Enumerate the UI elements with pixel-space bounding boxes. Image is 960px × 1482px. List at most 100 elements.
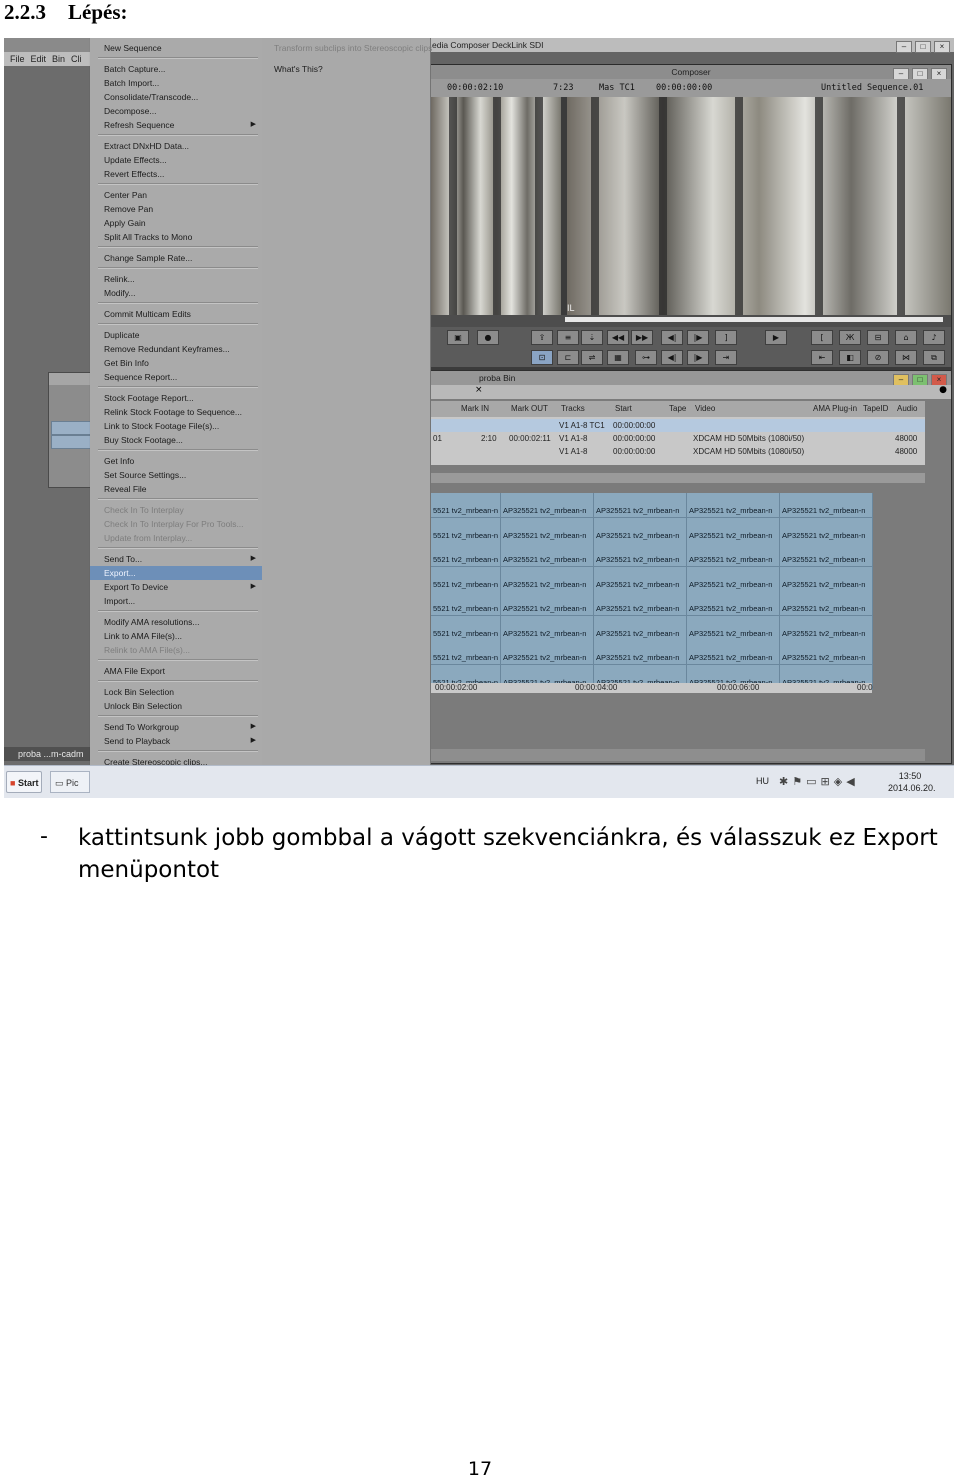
- menu-bin[interactable]: Bin: [52, 52, 65, 66]
- go-to-out-icon[interactable]: ⇥: [715, 350, 737, 365]
- menu-item-modify-ama-resolutions[interactable]: Modify AMA resolutions...: [90, 615, 262, 629]
- menu-item-ama-file-export[interactable]: AMA File Export: [90, 664, 262, 678]
- menu-file[interactable]: File: [10, 52, 25, 66]
- source-timecode[interactable]: 00:00:02:10: [447, 79, 503, 97]
- menu-item-consolidate-transcode[interactable]: Consolidate/Transcode...: [90, 90, 262, 104]
- clip-frame[interactable]: AP325521 tv2_mrbean-n: [501, 591, 594, 616]
- tray-gear-icon[interactable]: ✱: [779, 775, 792, 788]
- bin-fast-menu-icon[interactable]: ●: [939, 385, 947, 395]
- menu-item-commit-multicam-edits[interactable]: Commit Multicam Edits: [90, 307, 262, 321]
- clip-frame[interactable]: AP325521 tv2_mrbean-n: [687, 640, 780, 665]
- menu-item-link-to-stock-footage-file-s[interactable]: Link to Stock Footage File(s)...: [90, 419, 262, 433]
- clip-frame[interactable]: AP325521 tv2_mrbean-n: [501, 640, 594, 665]
- clip-frame[interactable]: AP325521 tv2_mrbean-n: [780, 542, 873, 567]
- clip-frame[interactable]: AP325521 tv2_mrbean-n: [780, 615, 873, 641]
- col-mark-in[interactable]: Mark IN: [461, 401, 489, 417]
- menu-item-remove-redundant-keyframes[interactable]: Remove Redundant Keyframes...: [90, 342, 262, 356]
- source-monitor[interactable]: [431, 97, 561, 315]
- menu-item-batch-capture[interactable]: Batch Capture...: [90, 62, 262, 76]
- clip-frame[interactable]: AP325521 tv2_mrbean-n: [594, 493, 687, 518]
- clip-frame[interactable]: 5521 tv2_mrbean-n: [431, 591, 501, 616]
- col-start[interactable]: Start: [615, 401, 632, 417]
- record-monitor[interactable]: IL: [567, 97, 951, 315]
- col-tape[interactable]: Tape: [669, 401, 686, 417]
- menu-item-unlock-bin-selection[interactable]: Unlock Bin Selection: [90, 699, 262, 713]
- menu-item-import[interactable]: Import...: [90, 594, 262, 608]
- col-tracks[interactable]: Tracks: [561, 401, 585, 417]
- mark-clip-icon[interactable]: ▣: [447, 330, 469, 345]
- next-edit-icon[interactable]: |▶: [687, 350, 709, 365]
- clear-marks-icon[interactable]: Ж: [839, 330, 861, 345]
- play-icon[interactable]: ▶: [765, 330, 787, 345]
- menu-item-get-bin-info[interactable]: Get Bin Info: [90, 356, 262, 370]
- audio-icon[interactable]: ♪: [923, 330, 945, 345]
- menu-item-sequence-report[interactable]: Sequence Report...: [90, 370, 262, 384]
- position-bar[interactable]: [431, 315, 951, 327]
- menu-item-new-sequence[interactable]: New Sequence: [90, 41, 262, 55]
- sequence-name[interactable]: Untitled Sequence.01: [821, 79, 923, 97]
- tray-security-icon[interactable]: ◈: [834, 775, 846, 788]
- col-mark-out[interactable]: Mark OUT: [511, 401, 548, 417]
- mark-in-icon[interactable]: [: [811, 330, 833, 345]
- jog-icon[interactable]: ⊶: [635, 350, 657, 365]
- clip-frame[interactable]: AP325521 tv2_mrbean-n: [501, 517, 594, 543]
- tray-volume-icon[interactable]: ◀: [846, 775, 858, 788]
- copy-icon[interactable]: ⧉: [923, 350, 945, 365]
- start-button[interactable]: ■ Start: [6, 771, 42, 793]
- clip-frame[interactable]: AP325521 tv2_mrbean-n: [501, 615, 594, 641]
- clip-frame[interactable]: AP325521 tv2_mrbean-n: [501, 493, 594, 518]
- clip-frame[interactable]: AP325521 tv2_mrbean-n: [594, 640, 687, 665]
- clip-frame[interactable]: AP325521 tv2_mrbean-n: [687, 615, 780, 641]
- match-frame-icon[interactable]: ⊏: [557, 350, 579, 365]
- menu-item-revert-effects[interactable]: Revert Effects...: [90, 167, 262, 181]
- tc-mode[interactable]: Mas TC1: [599, 79, 635, 97]
- col-tapeid[interactable]: TapeID: [863, 401, 888, 417]
- menu-item-refresh-sequence[interactable]: Refresh Sequence ▶: [90, 118, 262, 132]
- menu-edit[interactable]: Edit: [31, 52, 47, 66]
- bin-bottom-scrollbar[interactable]: [431, 749, 925, 761]
- record-timecode[interactable]: 00:00:00:00: [656, 79, 712, 97]
- clip-frame[interactable]: AP325521 tv2_mrbean-n: [594, 591, 687, 616]
- bin-tab-close-icon[interactable]: ×: [475, 385, 483, 395]
- clip-frame[interactable]: AP325521 tv2_mrbean-n: [780, 591, 873, 616]
- clip-frame[interactable]: 5521 tv2_mrbean-n: [431, 493, 501, 518]
- trim-icon[interactable]: ⊟: [867, 330, 889, 345]
- clip-frame[interactable]: AP325521 tv2_mrbean-n: [687, 566, 780, 592]
- menu-item-relink[interactable]: Relink...: [90, 272, 262, 286]
- clip-frame[interactable]: AP325521 tv2_mrbean-n: [501, 542, 594, 567]
- rewind-icon[interactable]: ◀◀: [607, 330, 629, 345]
- language-indicator[interactable]: HU: [756, 776, 769, 786]
- segment-icon[interactable]: ⌂: [895, 330, 917, 345]
- menu-item-relink-stock-footage-to-sequence[interactable]: Relink Stock Footage to Sequence...: [90, 405, 262, 419]
- menu-item-remove-pan[interactable]: Remove Pan: [90, 202, 262, 216]
- menu-item-lock-bin-selection[interactable]: Lock Bin Selection: [90, 685, 262, 699]
- menu-item-get-info[interactable]: Get Info: [90, 454, 262, 468]
- menu-item-set-source-settings[interactable]: Set Source Settings...: [90, 468, 262, 482]
- source-record-toggle-icon[interactable]: ⊡: [531, 350, 553, 365]
- record-icon[interactable]: ●: [477, 330, 499, 345]
- menu-item-change-sample-rate[interactable]: Change Sample Rate...: [90, 251, 262, 265]
- clip-frame[interactable]: AP325521 tv2_mrbean-n: [780, 566, 873, 592]
- tray-network-icon[interactable]: ⊞: [821, 775, 834, 788]
- clip-frame[interactable]: 5521 tv2_mrbean-n: [431, 566, 501, 592]
- taskbar-app[interactable]: ▭ Pic: [50, 771, 90, 793]
- clip-frame[interactable]: AP325521 tv2_mrbean-n: [687, 591, 780, 616]
- menu-item-send-to[interactable]: Send To... ▶: [90, 552, 262, 566]
- menu-item-center-pan[interactable]: Center Pan: [90, 188, 262, 202]
- menu-item-modify[interactable]: Modify...: [90, 286, 262, 300]
- menu-item-send-to-workgroup[interactable]: Send To Workgroup ▶: [90, 720, 262, 734]
- minimize-icon[interactable]: –: [896, 41, 912, 53]
- clip-frame[interactable]: 5521 tv2_mrbean-n: [431, 542, 501, 567]
- step-forward-icon[interactable]: |▶: [687, 330, 709, 345]
- mark-out-icon[interactable]: ]: [715, 330, 737, 345]
- tray-usb-icon[interactable]: ▭: [806, 775, 820, 788]
- menu-item-link-to-ama-file-s[interactable]: Link to AMA File(s)...: [90, 629, 262, 643]
- effect-icon[interactable]: ◧: [839, 350, 861, 365]
- menu-item-stock-footage-report[interactable]: Stock Footage Report...: [90, 391, 262, 405]
- null-icon[interactable]: ⊘: [867, 350, 889, 365]
- menu-item-split-all-tracks-to-mono[interactable]: Split All Tracks to Mono: [90, 230, 262, 244]
- clip-frame[interactable]: AP325521 tv2_mrbean-n: [687, 517, 780, 543]
- menu-item-extract-dnxhd-data[interactable]: Extract DNxHD Data...: [90, 139, 262, 153]
- clip-frame[interactable]: AP325521 tv2_mrbean-n: [594, 542, 687, 567]
- clip-frame[interactable]: AP325521 tv2_mrbean-n: [780, 517, 873, 543]
